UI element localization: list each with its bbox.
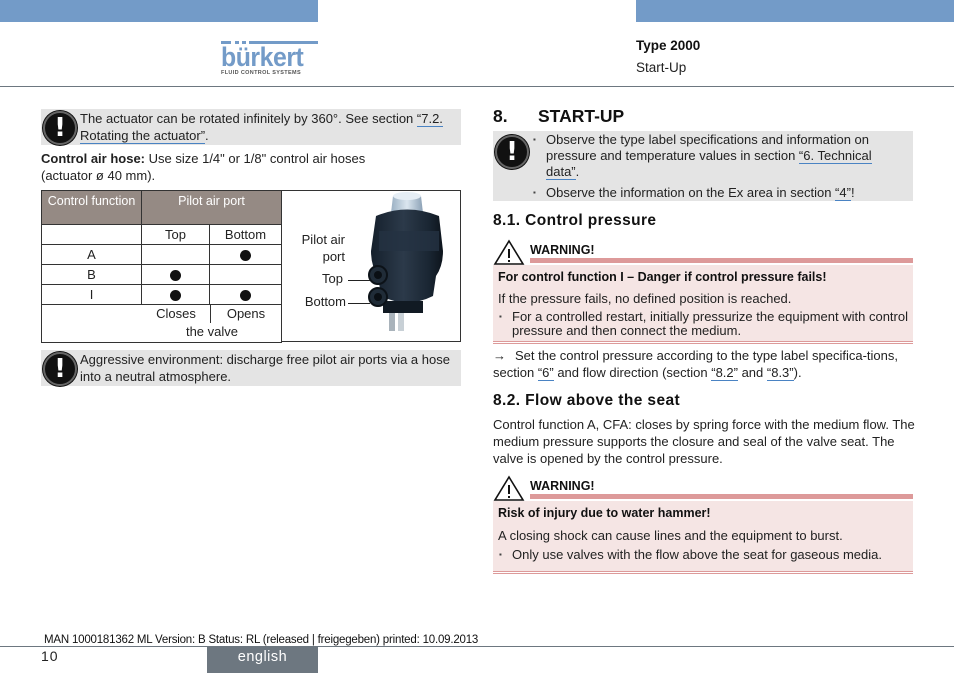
list-item: For a controlled restart, initially pres…: [498, 310, 908, 338]
label-pilot-air-port: Pilot air port: [301, 232, 345, 264]
warning-header: WARNING!: [493, 475, 913, 501]
top-cell: [141, 284, 210, 305]
warning-heading: Risk of injury due to water hammer!: [498, 506, 711, 520]
subsection-heading-control-pressure: 8.1. Control pressure: [493, 212, 657, 229]
link-section-4[interactable]: “4”: [835, 185, 851, 201]
section-number: 8.: [493, 106, 508, 126]
header-band-right: [636, 0, 954, 22]
warning-triangle-icon: [493, 239, 525, 265]
exclamation-circle-icon: !: [43, 111, 77, 145]
table-action-row: Closes Opens the valve: [41, 304, 282, 343]
action-closes: Closes: [156, 306, 196, 321]
language-tab: english: [207, 646, 318, 673]
section-heading: 8. START-UP: [493, 106, 624, 127]
warning-text: If the pressure fails, no defined positi…: [498, 291, 792, 306]
document-metadata: MAN 1000181362 ML Version: B Status: RL …: [44, 634, 479, 646]
filled-dot-icon: [170, 270, 181, 282]
start-up-bullets: Observe the type label specifications an…: [532, 131, 902, 201]
bottom-cell: [209, 244, 282, 265]
filled-dot-icon: [240, 250, 251, 262]
table-header-row: Control function Pilot air port: [41, 190, 282, 225]
warning-header: WARNING!: [493, 239, 913, 265]
header-band-left: [0, 0, 318, 22]
subheader-bottom: Bottom: [209, 224, 282, 245]
section-title: START-UP: [538, 106, 625, 126]
actuator-image: [368, 192, 443, 331]
link-section-8-2[interactable]: “8.2”: [711, 365, 738, 381]
exclamation-circle-icon: !: [43, 352, 77, 386]
warning-footer-rule: [493, 571, 913, 574]
burkert-logo: bürkert FLUID CONTROL SYSTEMS: [221, 41, 318, 77]
filled-dot-icon: [240, 290, 251, 302]
warning-triangle-icon: [493, 475, 525, 501]
table-row: A: [41, 244, 282, 265]
subheader-top: Top: [141, 224, 210, 245]
note-start-up: ! Observe the type label specifications …: [493, 131, 913, 201]
function-cell: I: [41, 284, 142, 305]
warning-bar: [530, 258, 913, 263]
document-section: Start-Up: [636, 60, 687, 75]
header-pilot-air-port: Pilot air port: [141, 190, 282, 225]
table-subheader-row: Top Bottom: [41, 224, 282, 245]
note-rotation: ! The actuator can be rotated infinitely…: [41, 109, 461, 145]
note-aggressive-environment: ! Aggressive environment: discharge free…: [41, 350, 461, 386]
warning-body: For control function I – Danger if contr…: [493, 265, 913, 341]
step-control-pressure: → Set the control pressure according to t…: [493, 348, 898, 381]
action-the-valve: the valve: [185, 324, 239, 339]
control-air-hose-label: Control air hose:: [41, 151, 146, 166]
leader-top: [348, 280, 370, 281]
header-control-function: Control function: [41, 190, 142, 225]
control-air-hose-text: Control air hose: Use size 1/4" or 1/8" …: [41, 151, 366, 183]
table-row: I: [41, 284, 282, 305]
bottom-cell: [209, 264, 282, 285]
top-cell: [141, 264, 210, 285]
warning-heading: For control function I – Danger if contr…: [498, 270, 827, 284]
arrow-right-icon: →: [493, 348, 506, 363]
logo-tagline: FLUID CONTROL SYSTEMS: [221, 70, 301, 76]
actuator-figure: Pilot air port Top Bottom: [281, 190, 461, 342]
bottom-cell: [209, 284, 282, 305]
footer-divider: [0, 646, 954, 647]
warning-footer-rule: [493, 341, 913, 344]
top-cell: [141, 244, 210, 265]
page-number: 10: [41, 648, 59, 664]
list-item: Observe the type label specifications an…: [532, 132, 902, 180]
function-cell: B: [41, 264, 142, 285]
function-cell: A: [41, 244, 142, 265]
warning-body: Risk of injury due to water hammer! A cl…: [493, 501, 913, 571]
link-section-8-3[interactable]: “8.3”: [766, 365, 794, 381]
header-divider: [0, 86, 954, 87]
flow-above-seat-text: Control function A, CFA: closes by sprin…: [493, 417, 915, 466]
exclamation-circle-icon: !: [495, 135, 529, 169]
list-item: Observe the information on the Ex area i…: [532, 185, 902, 201]
warning-label: WARNING!: [530, 479, 595, 493]
list-item: Only use valves with the flow above the …: [498, 547, 908, 563]
warning-label: WARNING!: [530, 243, 595, 257]
label-bottom: Bottom: [304, 294, 346, 309]
note-rotation-text: The actuator can be rotated infinitely b…: [80, 111, 443, 144]
action-opens: Opens: [226, 306, 266, 321]
link-section-6[interactable]: “6”: [537, 365, 554, 381]
logo-word: bürkert: [221, 42, 304, 72]
warning-text: A closing shock can cause lines and the …: [498, 528, 843, 543]
warning-bar: [530, 494, 913, 499]
control-function-table: Control function Pilot air port Top Bott…: [41, 190, 282, 343]
table-row: B: [41, 264, 282, 285]
leader-bottom: [348, 303, 370, 304]
subsection-heading-flow-above-seat: 8.2. Flow above the seat: [493, 392, 681, 409]
note-aggressive-text: Aggressive environment: discharge free p…: [80, 352, 450, 384]
label-top: Top: [322, 271, 343, 286]
filled-dot-icon: [170, 290, 181, 302]
document-type: Type 2000: [636, 38, 701, 53]
